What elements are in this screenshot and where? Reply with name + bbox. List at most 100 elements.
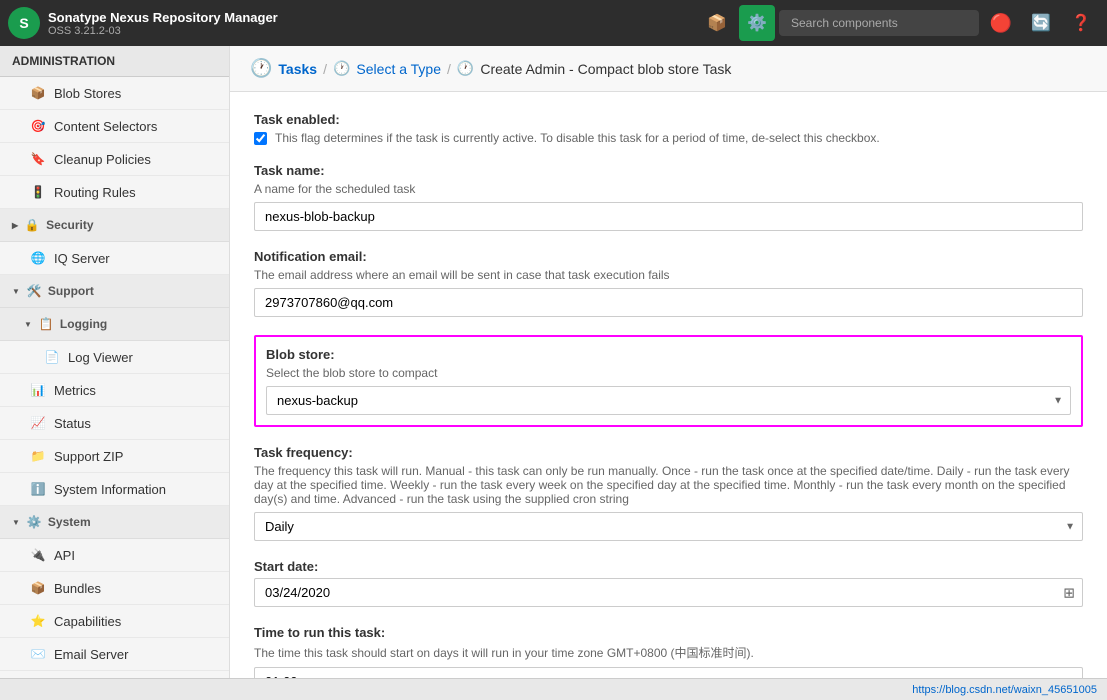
sidebar-item-metrics[interactable]: 📊 Metrics bbox=[0, 374, 229, 407]
task-name-desc: A name for the scheduled task bbox=[254, 182, 1083, 196]
breadcrumb-select-type-label: Select a Type bbox=[356, 61, 441, 77]
sidebar-label-status: Status bbox=[54, 416, 91, 431]
time-select[interactable]: 01:00 00:00 02:00 03:00 bbox=[254, 667, 1083, 678]
task-frequency-desc: The frequency this task will run. Manual… bbox=[254, 464, 1083, 506]
time-section: Time to run this task: The time this tas… bbox=[254, 625, 1083, 678]
start-date-wrapper: ⊞ bbox=[254, 578, 1083, 607]
brand: S Sonatype Nexus Repository Manager OSS … bbox=[8, 7, 699, 39]
breadcrumb-select-type[interactable]: Select a Type bbox=[356, 61, 441, 77]
security-icon: 🔒 bbox=[24, 217, 40, 233]
start-date-input[interactable] bbox=[254, 578, 1083, 607]
settings-icon-btn[interactable]: ⚙️ bbox=[739, 5, 775, 41]
task-name-input[interactable] bbox=[254, 202, 1083, 231]
notification-email-label: Notification email: bbox=[254, 249, 1083, 264]
alert-icon-btn[interactable]: 🔴 bbox=[983, 5, 1019, 41]
breadcrumb-clock-icon-2: 🕐 bbox=[333, 60, 350, 77]
sidebar-item-cleanup-policies[interactable]: 🔖 Cleanup Policies bbox=[0, 143, 229, 176]
app-subtitle: OSS 3.21.2-03 bbox=[48, 25, 278, 37]
content-area: 🕐 Tasks / 🕐 Select a Type / 🕐 Create Adm… bbox=[230, 46, 1107, 678]
notification-email-input[interactable] bbox=[254, 288, 1083, 317]
routing-rules-icon: 🚦 bbox=[30, 184, 46, 200]
notification-email-section: Notification email: The email address wh… bbox=[254, 249, 1083, 317]
task-enabled-label: Task enabled: bbox=[254, 112, 1083, 127]
sidebar-item-system-information[interactable]: ℹ️ System Information bbox=[0, 473, 229, 506]
cleanup-policies-icon: 🔖 bbox=[30, 151, 46, 167]
breadcrumb-tasks[interactable]: Tasks bbox=[278, 61, 317, 77]
system-expand-icon: ▼ bbox=[12, 518, 20, 527]
email-server-icon: ✉️ bbox=[30, 646, 46, 662]
logging-expand-icon: ▼ bbox=[24, 320, 32, 329]
start-date-section: Start date: ⊞ bbox=[254, 559, 1083, 607]
status-url: https://blog.csdn.net/waixn_45651005 bbox=[912, 684, 1097, 696]
sidebar-label-api: API bbox=[54, 548, 75, 563]
sidebar: Administration 📦 Blob Stores 🎯 Content S… bbox=[0, 46, 230, 678]
log-viewer-icon: 📄 bbox=[44, 349, 60, 365]
task-frequency-select[interactable]: Daily Manual Once Weekly Monthly Advance… bbox=[254, 512, 1083, 541]
sidebar-item-capabilities[interactable]: ⭐ Capabilities bbox=[0, 605, 229, 638]
blob-store-select[interactable]: nexus-backup default bbox=[266, 386, 1071, 415]
browse-icon-btn[interactable]: 📦 bbox=[699, 5, 735, 41]
task-enabled-row: This flag determines if the task is curr… bbox=[254, 131, 1083, 145]
sidebar-item-iq-server[interactable]: 🌐 IQ Server bbox=[0, 242, 229, 275]
top-navigation: S Sonatype Nexus Repository Manager OSS … bbox=[0, 0, 1107, 46]
capabilities-icon: ⭐ bbox=[30, 613, 46, 629]
search-input[interactable] bbox=[779, 10, 979, 36]
api-icon: 🔌 bbox=[30, 547, 46, 563]
task-name-label: Task name: bbox=[254, 163, 1083, 178]
bundles-icon: 📦 bbox=[30, 580, 46, 596]
logging-icon: 📋 bbox=[38, 316, 54, 332]
metrics-icon: 📊 bbox=[30, 382, 46, 398]
support-zip-icon: 📁 bbox=[30, 448, 46, 464]
blob-stores-icon: 📦 bbox=[30, 85, 46, 101]
task-name-section: Task name: A name for the scheduled task bbox=[254, 163, 1083, 231]
blob-store-select-wrapper: nexus-backup default ▼ bbox=[266, 386, 1071, 415]
sidebar-item-bundles[interactable]: 📦 Bundles bbox=[0, 572, 229, 605]
brand-logo: S bbox=[8, 7, 40, 39]
support-icon: 🛠️ bbox=[26, 283, 42, 299]
sidebar-item-email-server[interactable]: ✉️ Email Server bbox=[0, 638, 229, 671]
time-desc: The time this task should start on days … bbox=[254, 644, 1083, 661]
sidebar-section-logging[interactable]: ▼ 📋 Logging bbox=[0, 308, 229, 341]
breadcrumb-clock-icon: 🕐 bbox=[250, 58, 272, 79]
nav-icons: 📦 ⚙️ 🔴 🔄 ❓ bbox=[699, 5, 1099, 41]
sidebar-label-support: Support bbox=[48, 284, 94, 298]
task-frequency-label: Task frequency: bbox=[254, 445, 1083, 460]
status-icon: 📈 bbox=[30, 415, 46, 431]
sidebar-item-log-viewer[interactable]: 📄 Log Viewer bbox=[0, 341, 229, 374]
task-enabled-desc: This flag determines if the task is curr… bbox=[275, 131, 880, 145]
main-layout: Administration 📦 Blob Stores 🎯 Content S… bbox=[0, 46, 1107, 678]
sidebar-section-support[interactable]: ▼ 🛠️ Support bbox=[0, 275, 229, 308]
task-frequency-select-wrapper: Daily Manual Once Weekly Monthly Advance… bbox=[254, 512, 1083, 541]
support-expand-icon: ▼ bbox=[12, 287, 20, 296]
sidebar-section-system[interactable]: ▼ ⚙️ System bbox=[0, 506, 229, 539]
sidebar-item-status[interactable]: 📈 Status bbox=[0, 407, 229, 440]
sidebar-item-api[interactable]: 🔌 API bbox=[0, 539, 229, 572]
sidebar-label-system: System bbox=[48, 515, 91, 529]
system-icon: ⚙️ bbox=[26, 514, 42, 530]
breadcrumb-create-task: Create Admin - Compact blob store Task bbox=[480, 61, 731, 77]
task-enabled-checkbox[interactable] bbox=[254, 132, 267, 145]
sidebar-label-cleanup-policies: Cleanup Policies bbox=[54, 152, 151, 167]
app-title: Sonatype Nexus Repository Manager bbox=[48, 10, 278, 25]
breadcrumb-create-task-label: Create Admin - Compact blob store Task bbox=[480, 61, 731, 77]
sidebar-item-routing-rules[interactable]: 🚦 Routing Rules bbox=[0, 176, 229, 209]
help-icon-btn[interactable]: ❓ bbox=[1063, 5, 1099, 41]
sidebar-label-capabilities: Capabilities bbox=[54, 614, 121, 629]
time-label: Time to run this task: bbox=[254, 625, 1083, 640]
status-bar: https://blog.csdn.net/waixn_45651005 bbox=[0, 678, 1107, 700]
sidebar-label-email-server: Email Server bbox=[54, 647, 128, 662]
iq-server-icon: 🌐 bbox=[30, 250, 46, 266]
sidebar-label-bundles: Bundles bbox=[54, 581, 101, 596]
sidebar-item-content-selectors[interactable]: 🎯 Content Selectors bbox=[0, 110, 229, 143]
breadcrumb: 🕐 Tasks / 🕐 Select a Type / 🕐 Create Adm… bbox=[230, 46, 1107, 92]
sidebar-label-security: Security bbox=[46, 218, 93, 232]
time-select-wrapper: 01:00 00:00 02:00 03:00 ▼ bbox=[254, 667, 1083, 678]
sidebar-section-security[interactable]: ▶ 🔒 Security bbox=[0, 209, 229, 242]
breadcrumb-sep-1: / bbox=[323, 61, 327, 77]
sidebar-item-support-zip[interactable]: 📁 Support ZIP bbox=[0, 440, 229, 473]
task-frequency-section: Task frequency: The frequency this task … bbox=[254, 445, 1083, 541]
sidebar-item-blob-stores[interactable]: 📦 Blob Stores bbox=[0, 77, 229, 110]
refresh-icon-btn[interactable]: 🔄 bbox=[1023, 5, 1059, 41]
content-selectors-icon: 🎯 bbox=[30, 118, 46, 134]
sidebar-label-logging: Logging bbox=[60, 317, 107, 331]
